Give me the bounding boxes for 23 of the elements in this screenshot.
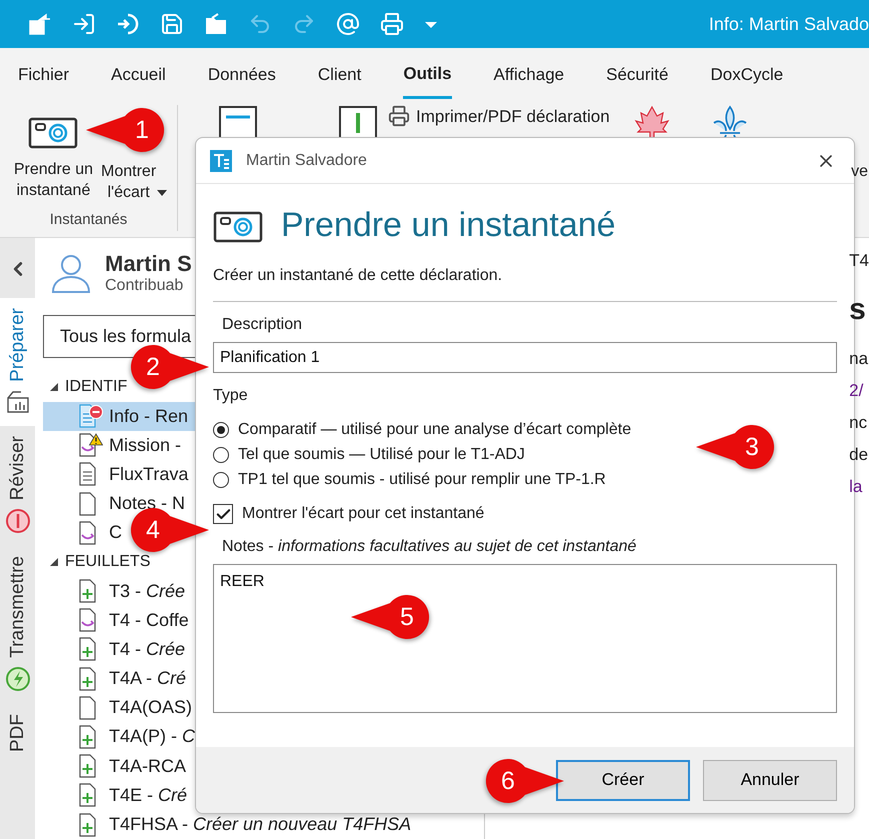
client-role: Contribuab (105, 277, 184, 296)
dialog-title: Martin Salvadore (246, 152, 367, 170)
field-label: Description (222, 316, 304, 334)
notes-label: Notes - informations facultatives au sujet de cet instantané (222, 538, 638, 556)
field-label: Type (213, 387, 249, 405)
group-label: FEUILLETS (65, 552, 150, 571)
form-text: T4 (849, 250, 869, 272)
form-text: nc (849, 412, 868, 434)
window-title: Info: Martin Salvado (708, 14, 869, 34)
form-text: de (849, 444, 869, 466)
group-label: IDENTIF (65, 378, 128, 396)
dialog-subtitle: Créer un instantané de cette déclaration. (213, 267, 837, 302)
callout-marker: 3 (695, 424, 775, 470)
ribbon-label: ve (851, 163, 869, 181)
callout-marker: 1 (85, 107, 165, 153)
client-name: Martin S (105, 251, 192, 278)
dialog-heading: Prendre un instantané (281, 206, 616, 245)
callout-marker: 6 (485, 758, 565, 804)
callout-marker: 5 (350, 594, 430, 640)
form-text: na (849, 348, 869, 370)
group-label: Instantanés (50, 211, 128, 228)
form-text: s (849, 292, 867, 328)
callout-marker: 2 (130, 344, 210, 390)
